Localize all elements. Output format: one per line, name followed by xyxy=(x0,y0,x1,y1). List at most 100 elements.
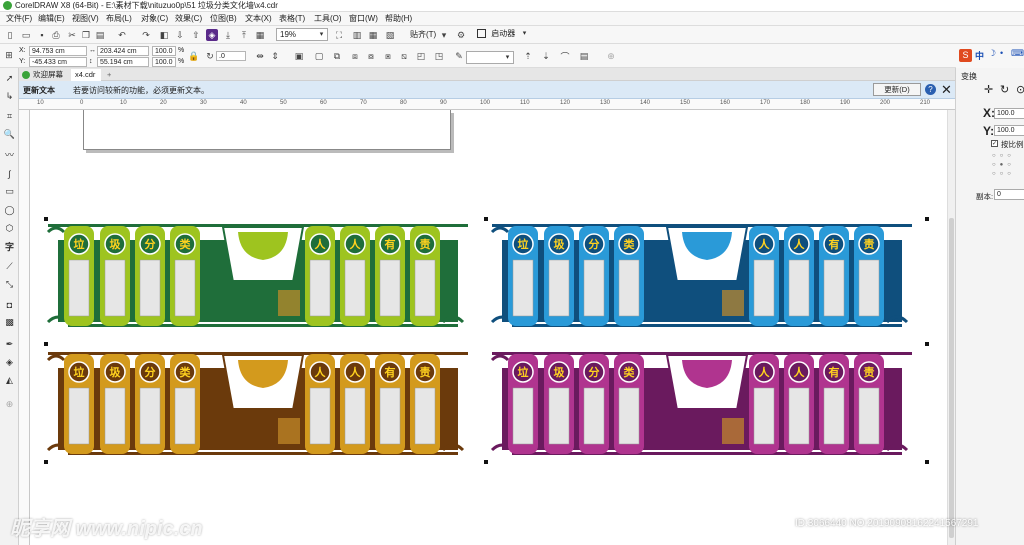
to-back-icon[interactable]: ⇣ xyxy=(540,50,552,62)
ime-chinese-label[interactable]: 中 xyxy=(975,49,984,62)
y-scale-input[interactable]: 100.0 xyxy=(994,125,1024,136)
to-front-icon[interactable]: ⇡ xyxy=(522,50,534,62)
group-icon[interactable]: ▣ xyxy=(293,50,305,62)
corel-connect-icon[interactable]: ◈ xyxy=(206,29,218,41)
simplify-icon[interactable]: ⧅ xyxy=(398,50,410,62)
zoom-level-select[interactable]: 19% ▾ xyxy=(276,28,328,41)
polygon-tool-icon[interactable]: ⬡ xyxy=(3,222,16,235)
drop-shadow-icon[interactable]: ◘ xyxy=(3,298,16,311)
mirror-vertical-icon[interactable]: ⇕ xyxy=(269,50,281,62)
rulers-icon[interactable]: ▥ xyxy=(351,29,363,41)
copies-input[interactable]: 0 xyxy=(994,189,1024,200)
import-icon[interactable]: ⇩ xyxy=(174,29,186,41)
menu-effects[interactable]: 效果(C) xyxy=(173,12,204,26)
freehand-tool-icon[interactable]: 〰 xyxy=(3,148,16,161)
new-tab-plus-icon[interactable]: + xyxy=(105,69,117,81)
panel-purple[interactable]: 垃圾分类人人有责 xyxy=(490,352,912,455)
menu-tools[interactable]: 工具(O) xyxy=(312,12,344,26)
selection-handle[interactable] xyxy=(925,342,929,346)
anchor-grid[interactable]: ○○○ ○●○ ○○○ xyxy=(992,152,1015,179)
publish-pdf-icon[interactable]: ▦ xyxy=(254,29,266,41)
tab-welcome-screen[interactable]: 欢迎屏幕 xyxy=(19,69,71,81)
connector-tool-icon[interactable]: ⤡ xyxy=(3,278,16,291)
rotation-icon[interactable]: ↻ xyxy=(204,50,216,62)
shape-tool-icon[interactable]: ↳ xyxy=(3,90,16,103)
selection-handle[interactable] xyxy=(44,217,48,221)
menu-object[interactable]: 对象(C) xyxy=(139,12,170,26)
new-document-icon[interactable]: ▯ xyxy=(4,29,16,41)
full-screen-icon[interactable]: ⛶ xyxy=(333,29,345,41)
export-icon[interactable]: ⇧ xyxy=(190,29,202,41)
grid-icon[interactable]: ▦ xyxy=(367,29,379,41)
options-gear-icon[interactable]: ⚙ xyxy=(455,29,467,41)
x-position-input[interactable]: 94.753 cm xyxy=(29,46,87,56)
combine-icon[interactable]: ⧉ xyxy=(331,50,343,62)
text-tool-icon[interactable]: 字 xyxy=(3,240,16,253)
add-tool-icon[interactable]: ⊕ xyxy=(3,398,16,411)
export-file-icon[interactable]: ⤒ xyxy=(238,29,250,41)
back-minus-front-icon[interactable]: ◳ xyxy=(433,50,445,62)
selection-handle[interactable] xyxy=(925,460,929,464)
menu-window[interactable]: 窗口(W) xyxy=(347,12,380,26)
tab-document[interactable]: x4.cdr xyxy=(71,69,101,81)
move-icon[interactable]: ✛ xyxy=(984,83,993,96)
paste-icon[interactable]: ▤ xyxy=(94,29,106,41)
guidelines-icon[interactable]: ▧ xyxy=(384,29,396,41)
ellipse-tool-icon[interactable]: ◯ xyxy=(3,204,16,217)
save-icon[interactable]: ▪ xyxy=(36,29,48,41)
weld-icon[interactable]: ⧈ xyxy=(349,50,361,62)
menu-help[interactable]: 帮助(H) xyxy=(383,12,414,26)
proportional-checkbox[interactable]: ✓ xyxy=(991,140,998,147)
vertical-ruler[interactable] xyxy=(19,110,30,545)
selection-handle[interactable] xyxy=(484,460,488,464)
snap-to-dropdown[interactable]: 贴齐(T) xyxy=(410,30,436,40)
selection-handle[interactable] xyxy=(44,342,48,346)
selection-handle[interactable] xyxy=(484,217,488,221)
input-method-icon[interactable]: S xyxy=(959,49,972,62)
interactive-fill-icon[interactable]: ◈ xyxy=(3,356,16,369)
convert-to-curves-icon[interactable]: ⌒ xyxy=(559,50,571,62)
menu-file[interactable]: 文件(F) xyxy=(4,12,34,26)
chevron-down-icon[interactable]: ▾ xyxy=(438,29,450,41)
dot-icon[interactable]: • xyxy=(1000,48,1003,58)
transparency-icon[interactable]: ▩ xyxy=(3,316,16,329)
zoom-tool-icon[interactable]: 🔍 xyxy=(3,128,16,141)
front-minus-back-icon[interactable]: ◰ xyxy=(415,50,427,62)
x-scale-input[interactable]: 100.0 xyxy=(994,108,1024,119)
help-icon[interactable]: ? xyxy=(925,84,936,95)
menu-text[interactable]: 文本(X) xyxy=(243,12,274,26)
selection-handle[interactable] xyxy=(44,460,48,464)
selection-handle[interactable] xyxy=(925,217,929,221)
panel-orange[interactable]: 垃圾分类人人有责 xyxy=(46,352,468,455)
height-input[interactable]: 55.194 cm xyxy=(97,57,149,67)
print-icon[interactable]: ⎙ xyxy=(50,29,62,41)
search-content-icon[interactable]: ◧ xyxy=(158,29,170,41)
outline-width-select[interactable]: ▾ xyxy=(466,51,514,64)
rectangle-tool-icon[interactable]: ▭ xyxy=(3,185,16,198)
lock-ratio-icon[interactable]: 🔒 xyxy=(188,50,200,62)
scale-y-input[interactable]: 100.0 xyxy=(152,57,176,67)
mirror-horizontal-icon[interactable]: ⇹ xyxy=(254,50,266,62)
smart-fill-icon[interactable]: ◭ xyxy=(3,374,16,387)
scale-icon[interactable]: ⊙ xyxy=(1016,83,1024,96)
quick-customize-icon[interactable]: ▤ xyxy=(578,50,590,62)
horizontal-ruler[interactable]: 10 0 10 20 30 40 50 60 70 80 90 100 110 … xyxy=(19,99,955,110)
crop-tool-icon[interactable]: ⌗ xyxy=(3,110,16,123)
y-position-input[interactable]: -45.433 cm xyxy=(29,57,87,67)
copy-icon[interactable]: ❐ xyxy=(80,29,92,41)
panel-green[interactable]: 垃圾分类人人有责 xyxy=(46,224,468,327)
menu-table[interactable]: 表格(T) xyxy=(277,12,307,26)
panel-blue[interactable]: 垃圾分类人人有责 xyxy=(490,224,912,327)
artistic-media-icon[interactable]: ∫ xyxy=(3,167,16,180)
moon-icon[interactable]: ☽ xyxy=(988,48,996,59)
add-icon[interactable]: ⊕ xyxy=(605,50,617,62)
import-file-icon[interactable]: ⤓ xyxy=(222,29,234,41)
scale-x-input[interactable]: 100.0 xyxy=(152,46,176,56)
keyboard-icon[interactable]: ⌨ xyxy=(1011,48,1024,59)
application-launcher[interactable]: 启动器 ▾ xyxy=(474,28,530,41)
vertical-scrollbar[interactable] xyxy=(947,110,955,545)
intersect-icon[interactable]: ⧆ xyxy=(382,50,394,62)
undo-icon[interactable]: ↶ xyxy=(116,29,128,41)
cut-icon[interactable]: ✂ xyxy=(66,29,78,41)
drawing-canvas[interactable]: 垃圾分类人人有责垃圾分类人人有责垃圾分类人人有责垃圾分类人人有责 xyxy=(30,110,947,545)
